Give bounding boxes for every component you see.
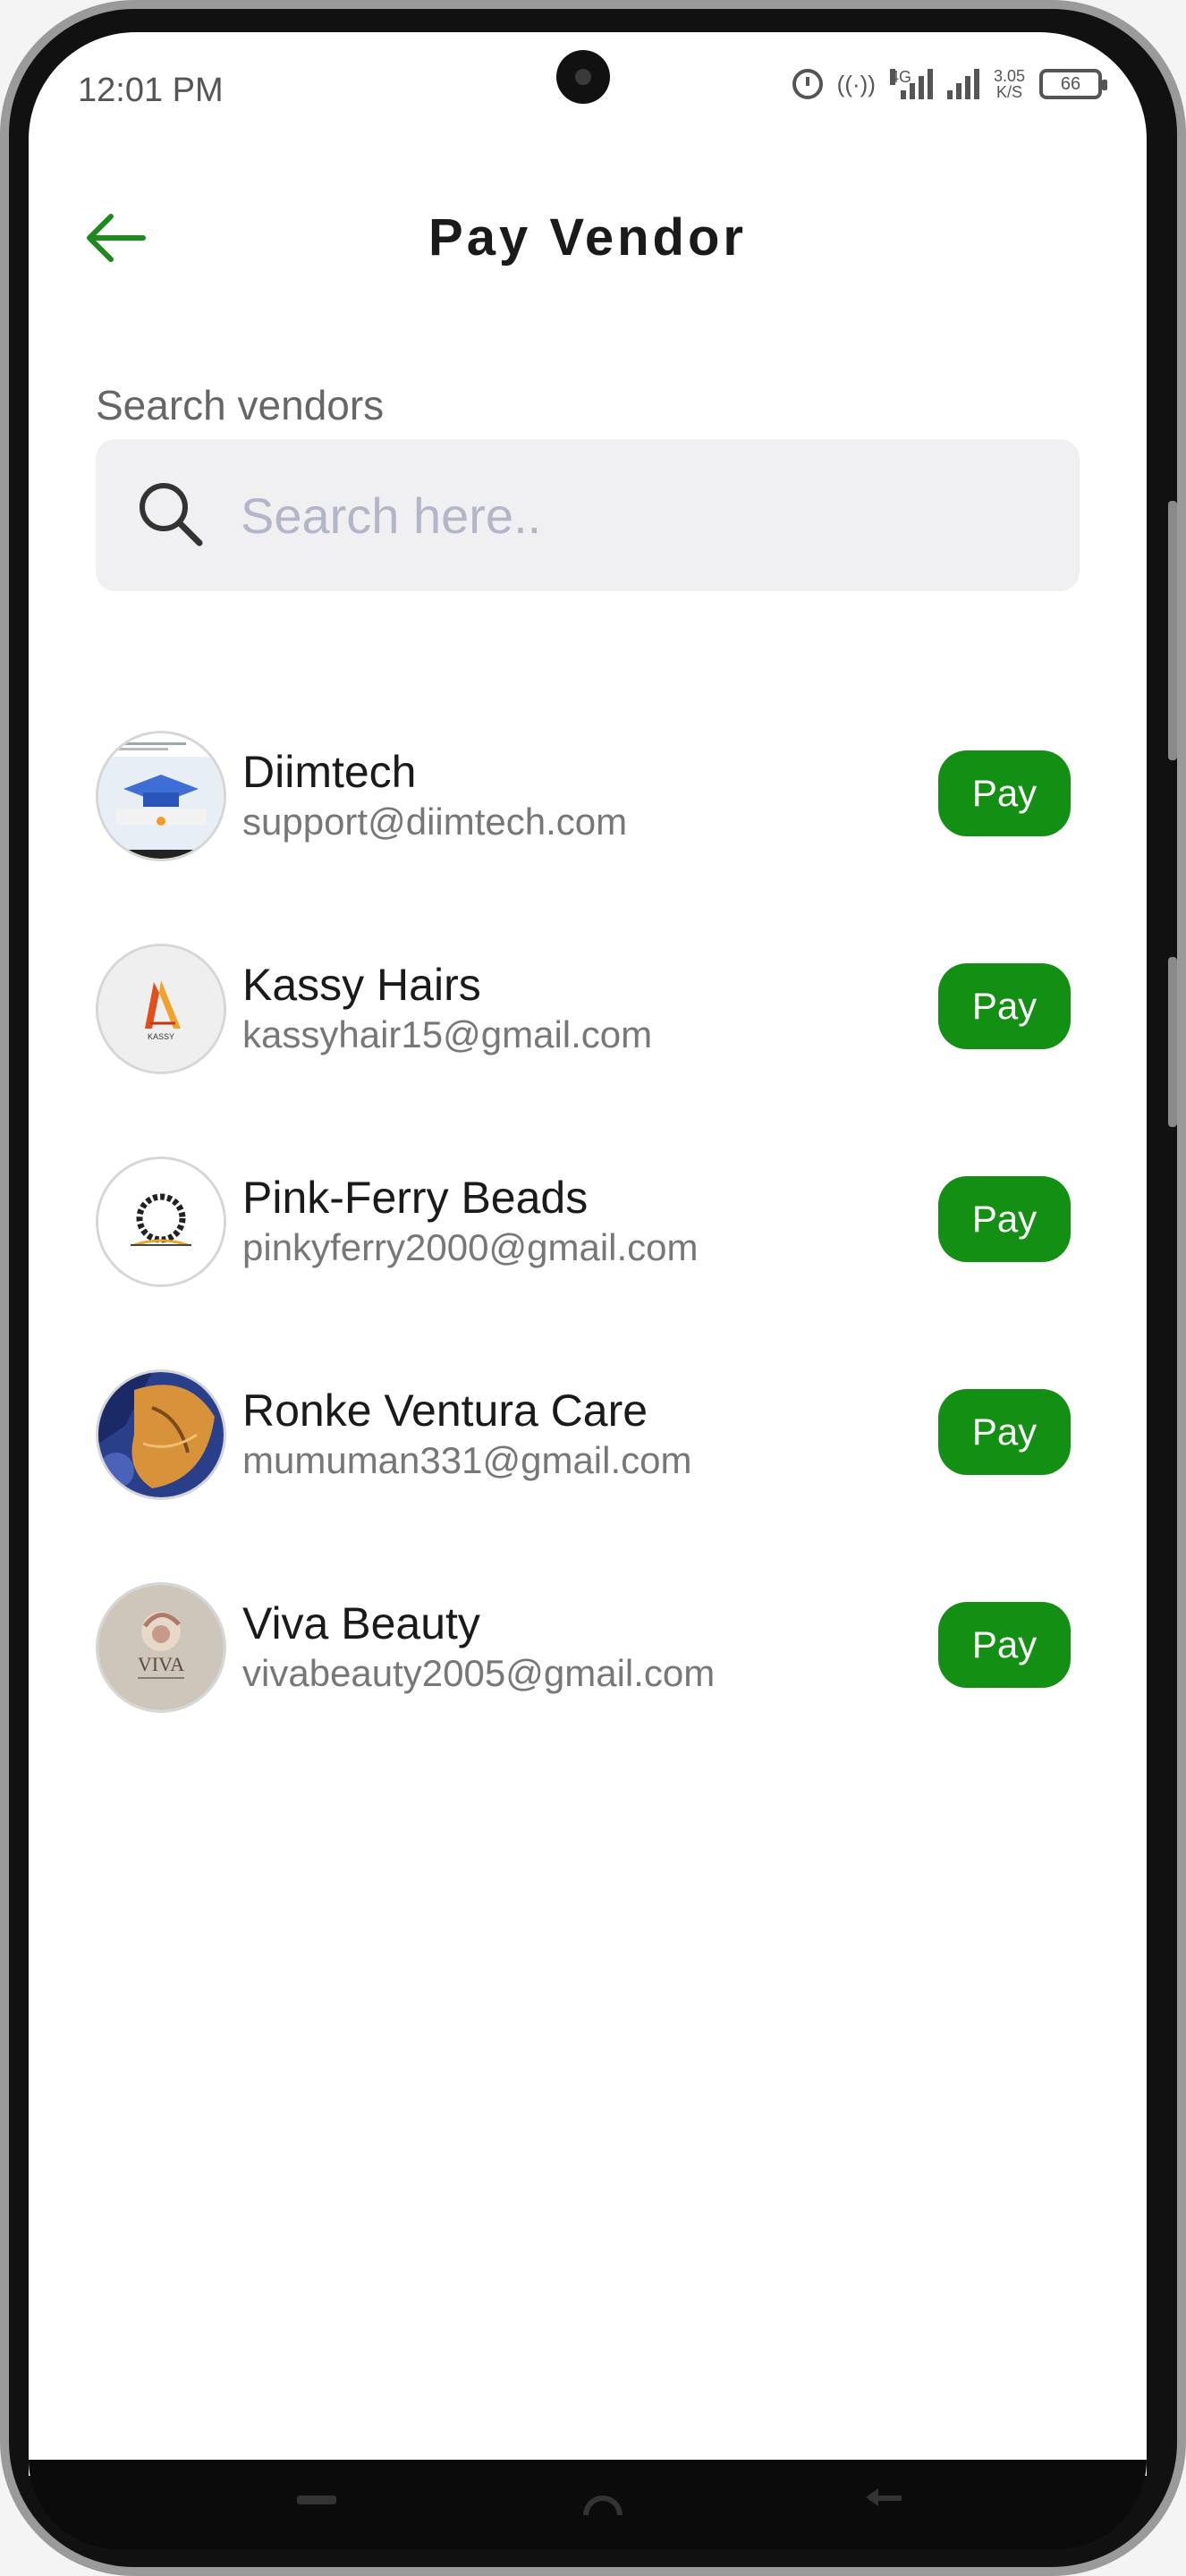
signal-icon: 4G (889, 68, 933, 99)
pay-button[interactable]: Pay (938, 1176, 1071, 1262)
vendor-name: Viva Beauty (242, 1598, 480, 1648)
status-icons: ((·)) 4G 3.05 K/S 66 (792, 68, 1107, 100)
vendor-avatar-ronke-ventura (96, 1369, 226, 1500)
vendor-email: kassyhair15@gmail.com (242, 1013, 653, 1055)
graduation-cap-logo-icon (98, 733, 224, 859)
app-screen: 12:01 PM ((·)) 4G 3.05 K/S 66 Pay Vendor… (29, 32, 1147, 2476)
viva-logo-icon: VIVA (98, 1585, 224, 1710)
vendor-email: vivabeauty2005@gmail.com (242, 1652, 716, 1694)
vendor-avatar-pink-ferry (96, 1157, 226, 1287)
vendor-info: Diimtech support@diimtech.com (242, 746, 627, 846)
vendor-email: mumuman331@gmail.com (242, 1439, 692, 1481)
vendor-name: Ronke Ventura Care (242, 1385, 648, 1436)
vendor-name: Kassy Hairs (242, 960, 481, 1010)
vendor-avatar-diimtech (96, 731, 226, 861)
vendor-item[interactable]: Diimtech support@diimtech.com Pay (96, 690, 1080, 902)
vendor-info: Ronke Ventura Care mumuman331@gmail.com (242, 1385, 691, 1485)
vendor-avatar-kassy-hairs: KASSY (96, 944, 226, 1074)
vendor-avatar-viva-beauty: VIVA (96, 1582, 226, 1713)
hotspot-icon: ((·)) (836, 70, 876, 97)
home-key-icon[interactable] (583, 2496, 623, 2515)
menu-key-icon[interactable] (297, 2496, 336, 2504)
vendor-email: support@diimtech.com (242, 801, 628, 843)
vendor-info: Pink-Ferry Beads pinkyferry2000@gmail.co… (242, 1172, 699, 1272)
vendor-name: Diimtech (242, 747, 417, 797)
system-nav-bar (29, 2460, 1147, 2549)
volume-button (1168, 501, 1177, 760)
signal-icon-2 (946, 69, 979, 99)
pay-button[interactable]: Pay (938, 1389, 1071, 1475)
beads-ring-logo-icon (98, 1159, 224, 1284)
network-speed-unit: K/S (995, 83, 1022, 101)
status-bar: 12:01 PM ((·)) 4G 3.05 K/S 66 (29, 32, 1147, 148)
pay-button[interactable]: Pay (938, 750, 1071, 836)
vendor-item[interactable]: Pink-Ferry Beads pinkyferry2000@gmail.co… (96, 1115, 1080, 1328)
pay-button[interactable]: Pay (938, 963, 1071, 1049)
search-box[interactable] (96, 439, 1080, 591)
vendor-email: pinkyferry2000@gmail.com (242, 1226, 699, 1268)
back-key-icon[interactable] (866, 2488, 902, 2506)
status-time: 12:01 PM (78, 72, 224, 109)
network-speed: 3.05 K/S (994, 68, 1025, 100)
kassy-logo-icon: KASSY (98, 946, 224, 1072)
kassy-logo-text: KASSY (148, 1032, 174, 1041)
vendor-item[interactable]: VIVA Viva Beauty vivabeauty2005@gmail.co… (96, 1541, 1080, 1754)
search-label: Search vendors (96, 382, 385, 428)
vendor-info: Viva Beauty vivabeauty2005@gmail.com (242, 1597, 715, 1698)
pay-button[interactable]: Pay (938, 1602, 1071, 1688)
alarm-icon (792, 69, 823, 99)
vendor-info: Kassy Hairs kassyhair15@gmail.com (242, 959, 652, 1059)
power-button (1168, 957, 1177, 1127)
network-type: 4G (889, 68, 911, 86)
camera-cutout (556, 50, 610, 104)
painting-logo-icon (98, 1372, 224, 1497)
vendor-list: Diimtech support@diimtech.com Pay KASSY … (96, 690, 1080, 1754)
vendor-name: Pink-Ferry Beads (242, 1173, 589, 1223)
network-speed-value: 3.05 (993, 67, 1025, 85)
battery-icon: 66 (1039, 69, 1107, 99)
battery-level: 66 (1060, 73, 1081, 94)
vendor-item[interactable]: KASSY Kassy Hairs kassyhair15@gmail.com … (96, 902, 1080, 1115)
search-icon (140, 483, 203, 547)
viva-logo-text: VIVA (138, 1653, 184, 1675)
search-input[interactable] (239, 485, 958, 546)
vendor-item[interactable]: Ronke Ventura Care mumuman331@gmail.com … (96, 1328, 1080, 1541)
page-title: Pay Vendor (428, 208, 747, 267)
